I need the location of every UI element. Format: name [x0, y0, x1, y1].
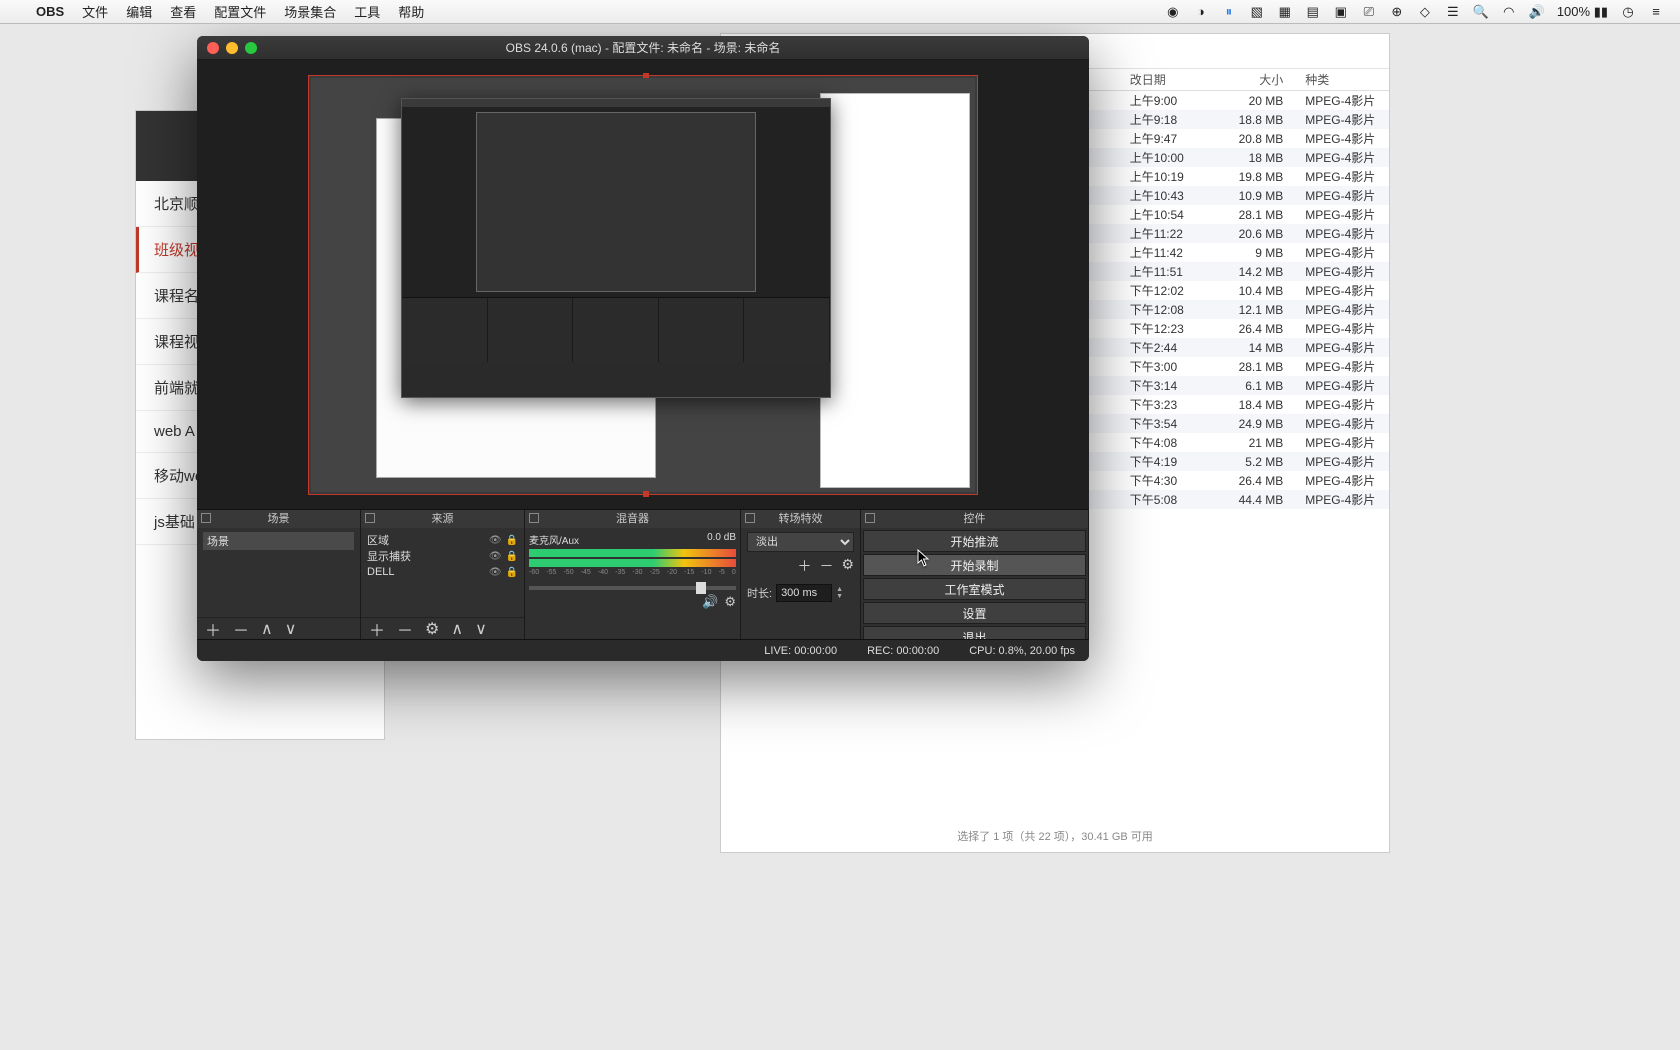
- search-icon[interactable]: 🔍: [1473, 4, 1489, 20]
- audio-meter: [529, 559, 736, 567]
- tray-icon-1[interactable]: ◉: [1165, 4, 1181, 20]
- scene-down-button[interactable]: ∨: [285, 619, 297, 639]
- sources-dock: 来源 区域👁🔒显示捕获👁🔒DELL👁🔒 ＋ － ⚙ ∧ ∨: [361, 510, 525, 639]
- status-rec: REC: 00:00:00: [867, 645, 939, 657]
- speaker-icon[interactable]: 🔊: [702, 594, 718, 610]
- visibility-icon[interactable]: 👁: [489, 535, 502, 546]
- menu-scene-collection[interactable]: 场景集合: [284, 2, 336, 21]
- transition-select[interactable]: 淡出: [747, 532, 854, 552]
- duration-label: 时长:: [747, 585, 772, 601]
- tray-icon-3[interactable]: ⏸: [1221, 4, 1237, 20]
- start-recording-button[interactable]: 开始录制: [863, 554, 1086, 576]
- scenes-dock: 场景 场景 ＋ － ∧ ∨: [197, 510, 361, 639]
- audio-meter: [529, 549, 736, 557]
- status-live: LIVE: 00:00:00: [764, 645, 837, 657]
- obs-window: OBS 24.0.6 (mac) - 配置文件: 未命名 - 场景: 未命名 场…: [197, 36, 1089, 661]
- tray-icon-10[interactable]: ◇: [1417, 4, 1433, 20]
- tray-icon-8[interactable]: ⎚: [1361, 4, 1377, 20]
- controls-dock: 控件 开始推流 开始录制 工作室模式 设置 退出: [861, 510, 1089, 639]
- remove-scene-button[interactable]: －: [233, 617, 249, 641]
- app-name[interactable]: OBS: [36, 4, 64, 19]
- sources-title: 来源: [432, 513, 454, 525]
- mixer-title: 混音器: [616, 513, 649, 525]
- col-size[interactable]: 大小: [1220, 71, 1300, 88]
- lock-icon[interactable]: 🔒: [506, 535, 518, 546]
- system-menubar: OBS 文件 编辑 查看 配置文件 场景集合 工具 帮助 ◉ ◑ ⏸ ▧ ▦ ▤…: [0, 0, 1680, 24]
- start-streaming-button[interactable]: 开始推流: [863, 530, 1086, 552]
- add-source-button[interactable]: ＋: [369, 617, 385, 641]
- visibility-icon[interactable]: 👁: [489, 567, 502, 578]
- controls-title: 控件: [964, 513, 986, 525]
- gear-icon[interactable]: ⚙: [724, 594, 736, 610]
- remove-source-button[interactable]: －: [397, 617, 413, 641]
- menu-view[interactable]: 查看: [170, 2, 196, 21]
- transition-settings-button[interactable]: ⚙: [841, 556, 854, 576]
- volume-slider[interactable]: [529, 586, 736, 590]
- preview-canvas[interactable]: [308, 75, 978, 495]
- tray-icon-4[interactable]: ▧: [1249, 4, 1265, 20]
- col-kind[interactable]: 种类: [1299, 71, 1389, 88]
- mixer-dock: 混音器 麦克风/Aux0.0 dB -60-55-50-45-40-35-30-…: [525, 510, 741, 639]
- tray-icon-5[interactable]: ▦: [1277, 4, 1293, 20]
- tray-icon-7[interactable]: ▣: [1333, 4, 1349, 20]
- window-title: OBS 24.0.6 (mac) - 配置文件: 未命名 - 场景: 未命名: [197, 39, 1089, 56]
- transitions-dock: 转场特效 淡出 ＋ － ⚙ 时长: ▲ ▼: [741, 510, 861, 639]
- preview-area[interactable]: [197, 60, 1089, 509]
- popout-icon[interactable]: [365, 513, 375, 523]
- source-up-button[interactable]: ∧: [451, 619, 463, 639]
- preview-nested-obs: [401, 98, 831, 398]
- studio-mode-button[interactable]: 工作室模式: [863, 578, 1086, 600]
- audio-db: 0.0 dB: [707, 532, 736, 547]
- menu-help[interactable]: 帮助: [398, 2, 424, 21]
- preview-nested-window-2: [820, 93, 970, 488]
- battery-status[interactable]: 100% ▮▮: [1557, 4, 1608, 20]
- menu-tools[interactable]: 工具: [354, 2, 380, 21]
- audio-source-name: 麦克风/Aux: [529, 532, 579, 547]
- source-settings-button[interactable]: ⚙: [425, 619, 439, 639]
- add-transition-button[interactable]: ＋: [797, 556, 811, 576]
- popout-icon[interactable]: [745, 513, 755, 523]
- col-date[interactable]: 改日期: [1120, 71, 1220, 88]
- popout-icon[interactable]: [529, 513, 539, 523]
- tray-icon-6[interactable]: ▤: [1305, 4, 1321, 20]
- menu-file[interactable]: 文件: [82, 2, 108, 21]
- duration-down-button[interactable]: ▼: [836, 593, 843, 600]
- popout-icon[interactable]: [201, 513, 211, 523]
- tray-icon-11[interactable]: ☰: [1445, 4, 1461, 20]
- obs-titlebar[interactable]: OBS 24.0.6 (mac) - 配置文件: 未命名 - 场景: 未命名: [197, 36, 1089, 60]
- popout-icon[interactable]: [865, 513, 875, 523]
- finder-footer: 选择了 1 项（共 22 项），30.41 GB 可用: [721, 828, 1389, 844]
- status-cpu: CPU: 0.8%, 20.00 fps: [969, 645, 1075, 657]
- wifi-icon[interactable]: ◠: [1501, 4, 1517, 20]
- source-item[interactable]: 显示捕获👁🔒: [367, 548, 518, 564]
- clock-icon[interactable]: ◷: [1620, 4, 1636, 20]
- tray-icon-2[interactable]: ◑: [1193, 4, 1209, 20]
- source-item[interactable]: 区域👁🔒: [367, 532, 518, 548]
- status-bar: LIVE: 00:00:00 REC: 00:00:00 CPU: 0.8%, …: [197, 639, 1089, 661]
- source-item[interactable]: DELL👁🔒: [367, 564, 518, 580]
- scene-item[interactable]: 场景: [203, 532, 354, 550]
- scenes-title: 场景: [268, 513, 290, 525]
- duration-up-button[interactable]: ▲: [836, 586, 843, 593]
- duration-input[interactable]: [776, 584, 832, 602]
- tray-icon-9[interactable]: ⊕: [1389, 4, 1405, 20]
- scene-up-button[interactable]: ∧: [261, 619, 273, 639]
- add-scene-button[interactable]: ＋: [205, 617, 221, 641]
- menulist-icon[interactable]: ≡: [1648, 4, 1664, 20]
- settings-button[interactable]: 设置: [863, 602, 1086, 624]
- menu-edit[interactable]: 编辑: [126, 2, 152, 21]
- source-down-button[interactable]: ∨: [475, 619, 487, 639]
- lock-icon[interactable]: 🔒: [506, 551, 518, 562]
- menu-profile[interactable]: 配置文件: [214, 2, 266, 21]
- transitions-title: 转场特效: [779, 513, 823, 525]
- visibility-icon[interactable]: 👁: [489, 551, 502, 562]
- lock-icon[interactable]: 🔒: [506, 567, 518, 578]
- remove-transition-button[interactable]: －: [819, 556, 833, 576]
- cursor-icon: [917, 549, 931, 567]
- volume-icon[interactable]: 🔊: [1529, 4, 1545, 20]
